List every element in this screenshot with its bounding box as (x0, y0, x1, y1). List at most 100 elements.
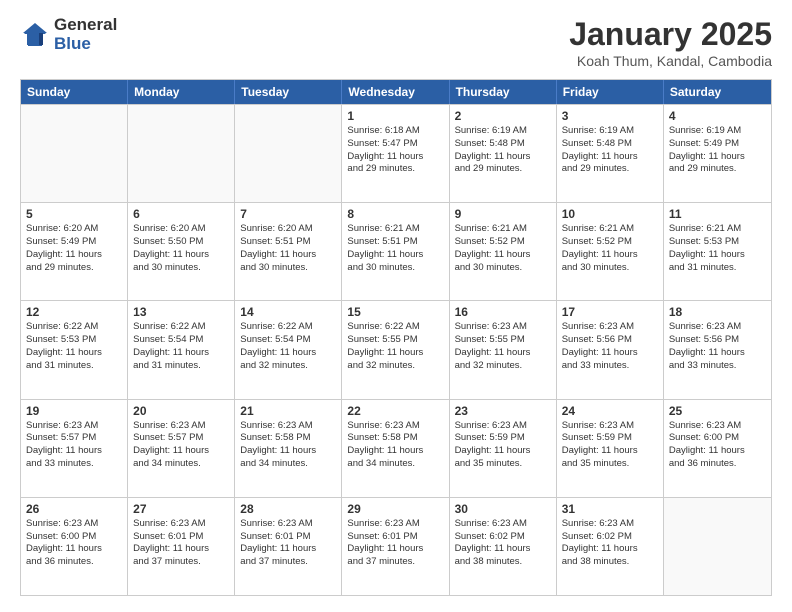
cal-cell: 12Sunrise: 6:22 AM Sunset: 5:53 PM Dayli… (21, 301, 128, 398)
cal-cell: 22Sunrise: 6:23 AM Sunset: 5:58 PM Dayli… (342, 400, 449, 497)
cal-cell: 25 Sunrise: 6:23 AM Sunset: 6:00 PM Dayli… (664, 400, 771, 497)
day-number: 13 (133, 305, 229, 319)
logo: General Blue (20, 16, 117, 53)
day-info: Sunrise: 6:23 AM Sunset: 6:01 PM Dayligh… (133, 518, 229, 569)
day-info: Sunrise: 6:23 AM Sunset: 5:55 PM Dayligh… (455, 321, 551, 372)
day-info: Sunrise: 6:21 AM Sunset: 5:52 PM Dayligh… (562, 223, 658, 274)
calendar-body: 1 Sunrise: 6:18 AM Sunset: 5:47 PM Daylig… (21, 104, 771, 595)
day-info: Sunrise: 6:23 AM Sunset: 5:58 PM Dayligh… (240, 420, 336, 471)
day-info: Sunrise: 6:23 AM Sunset: 5:56 PM Dayligh… (669, 321, 766, 372)
week-row-4: 19 Sunrise: 6:23 AM Sunset: 5:57 PM Dayli… (21, 399, 771, 497)
day-number: 8 (347, 207, 443, 221)
cal-cell: 26Sunrise: 6:23 AM Sunset: 6:00 PM Dayli… (21, 498, 128, 595)
week-row-5: 26Sunrise: 6:23 AM Sunset: 6:00 PM Dayli… (21, 497, 771, 595)
cal-cell: 23 Sunrise: 6:23 AM Sunset: 5:59 PM Dayli… (450, 400, 557, 497)
day-number: 10 (562, 207, 658, 221)
month-title: January 2025 (569, 16, 772, 53)
day-info: Sunrise: 6:20 AM Sunset: 5:50 PM Dayligh… (133, 223, 229, 274)
logo-text: General Blue (54, 16, 117, 53)
day-info: Sunrise: 6:23 AM Sunset: 5:59 PM Dayligh… (562, 420, 658, 471)
title-block: January 2025 Koah Thum, Kandal, Cambodia (569, 16, 772, 69)
day-header-wednesday: Wednesday (342, 80, 449, 104)
cal-cell: 24Sunrise: 6:23 AM Sunset: 5:59 PM Dayli… (557, 400, 664, 497)
day-info: Sunrise: 6:20 AM Sunset: 5:51 PM Dayligh… (240, 223, 336, 274)
day-info: Sunrise: 6:23 AM Sunset: 5:59 PM Dayligh… (455, 420, 551, 471)
cal-cell: 18 Sunrise: 6:23 AM Sunset: 5:56 PM Dayli… (664, 301, 771, 398)
day-info: Sunrise: 6:23 AM Sunset: 5:56 PM Dayligh… (562, 321, 658, 372)
day-info: Sunrise: 6:19 AM Sunset: 5:49 PM Dayligh… (669, 125, 766, 176)
day-number: 25 (669, 404, 766, 418)
day-number: 9 (455, 207, 551, 221)
day-number: 23 (455, 404, 551, 418)
day-info: Sunrise: 6:18 AM Sunset: 5:47 PM Dayligh… (347, 125, 443, 176)
cal-cell: 20Sunrise: 6:23 AM Sunset: 5:57 PM Dayli… (128, 400, 235, 497)
cal-cell: 10 Sunrise: 6:21 AM Sunset: 5:52 PM Dayli… (557, 203, 664, 300)
day-number: 31 (562, 502, 658, 516)
day-header-saturday: Saturday (664, 80, 771, 104)
calendar: SundayMondayTuesdayWednesdayThursdayFrid… (20, 79, 772, 596)
day-info: Sunrise: 6:19 AM Sunset: 5:48 PM Dayligh… (455, 125, 551, 176)
cal-cell: 28Sunrise: 6:23 AM Sunset: 6:01 PM Dayli… (235, 498, 342, 595)
logo-general: General (54, 16, 117, 35)
day-number: 18 (669, 305, 766, 319)
day-number: 6 (133, 207, 229, 221)
cal-cell: 21 Sunrise: 6:23 AM Sunset: 5:58 PM Dayli… (235, 400, 342, 497)
cal-cell: 1 Sunrise: 6:18 AM Sunset: 5:47 PM Daylig… (342, 105, 449, 202)
day-header-thursday: Thursday (450, 80, 557, 104)
cal-cell: 3 Sunrise: 6:19 AM Sunset: 5:48 PM Daylig… (557, 105, 664, 202)
day-info: Sunrise: 6:21 AM Sunset: 5:52 PM Dayligh… (455, 223, 551, 274)
cal-cell (235, 105, 342, 202)
cal-cell: 5 Sunrise: 6:20 AM Sunset: 5:49 PM Daylig… (21, 203, 128, 300)
day-number: 22 (347, 404, 443, 418)
day-info: Sunrise: 6:23 AM Sunset: 6:00 PM Dayligh… (26, 518, 122, 569)
logo-blue: Blue (54, 35, 117, 54)
day-info: Sunrise: 6:23 AM Sunset: 5:57 PM Dayligh… (133, 420, 229, 471)
day-header-tuesday: Tuesday (235, 80, 342, 104)
cal-cell: 19 Sunrise: 6:23 AM Sunset: 5:57 PM Dayli… (21, 400, 128, 497)
cal-cell: 27 Sunrise: 6:23 AM Sunset: 6:01 PM Dayli… (128, 498, 235, 595)
calendar-header: SundayMondayTuesdayWednesdayThursdayFrid… (21, 80, 771, 104)
cal-cell (128, 105, 235, 202)
day-info: Sunrise: 6:23 AM Sunset: 6:00 PM Dayligh… (669, 420, 766, 471)
day-number: 7 (240, 207, 336, 221)
day-number: 2 (455, 109, 551, 123)
day-number: 15 (347, 305, 443, 319)
cal-cell: 31 Sunrise: 6:23 AM Sunset: 6:02 PM Dayli… (557, 498, 664, 595)
cal-cell: 14Sunrise: 6:22 AM Sunset: 5:54 PM Dayli… (235, 301, 342, 398)
day-number: 3 (562, 109, 658, 123)
week-row-1: 1 Sunrise: 6:18 AM Sunset: 5:47 PM Daylig… (21, 104, 771, 202)
cal-cell: 11Sunrise: 6:21 AM Sunset: 5:53 PM Dayli… (664, 203, 771, 300)
day-number: 4 (669, 109, 766, 123)
day-info: Sunrise: 6:20 AM Sunset: 5:49 PM Dayligh… (26, 223, 122, 274)
day-info: Sunrise: 6:23 AM Sunset: 6:02 PM Dayligh… (455, 518, 551, 569)
day-number: 17 (562, 305, 658, 319)
day-number: 21 (240, 404, 336, 418)
cal-cell: 29Sunrise: 6:23 AM Sunset: 6:01 PM Dayli… (342, 498, 449, 595)
day-header-friday: Friday (557, 80, 664, 104)
location: Koah Thum, Kandal, Cambodia (569, 53, 772, 69)
day-number: 19 (26, 404, 122, 418)
cal-cell (21, 105, 128, 202)
page-header: General Blue January 2025 Koah Thum, Kan… (20, 16, 772, 69)
day-header-sunday: Sunday (21, 80, 128, 104)
day-info: Sunrise: 6:21 AM Sunset: 5:53 PM Dayligh… (669, 223, 766, 274)
week-row-3: 12Sunrise: 6:22 AM Sunset: 5:53 PM Dayli… (21, 300, 771, 398)
day-info: Sunrise: 6:22 AM Sunset: 5:54 PM Dayligh… (133, 321, 229, 372)
day-info: Sunrise: 6:21 AM Sunset: 5:51 PM Dayligh… (347, 223, 443, 274)
day-number: 30 (455, 502, 551, 516)
day-info: Sunrise: 6:23 AM Sunset: 6:02 PM Dayligh… (562, 518, 658, 569)
day-info: Sunrise: 6:23 AM Sunset: 5:57 PM Dayligh… (26, 420, 122, 471)
day-number: 27 (133, 502, 229, 516)
day-number: 1 (347, 109, 443, 123)
cal-cell: 6 Sunrise: 6:20 AM Sunset: 5:50 PM Daylig… (128, 203, 235, 300)
cal-cell: 15 Sunrise: 6:22 AM Sunset: 5:55 PM Dayli… (342, 301, 449, 398)
day-number: 5 (26, 207, 122, 221)
cal-cell: 2 Sunrise: 6:19 AM Sunset: 5:48 PM Daylig… (450, 105, 557, 202)
day-info: Sunrise: 6:22 AM Sunset: 5:55 PM Dayligh… (347, 321, 443, 372)
day-info: Sunrise: 6:22 AM Sunset: 5:53 PM Dayligh… (26, 321, 122, 372)
day-number: 14 (240, 305, 336, 319)
day-info: Sunrise: 6:19 AM Sunset: 5:48 PM Dayligh… (562, 125, 658, 176)
cal-cell: 13 Sunrise: 6:22 AM Sunset: 5:54 PM Dayli… (128, 301, 235, 398)
cal-cell: 30 Sunrise: 6:23 AM Sunset: 6:02 PM Dayli… (450, 498, 557, 595)
day-number: 28 (240, 502, 336, 516)
